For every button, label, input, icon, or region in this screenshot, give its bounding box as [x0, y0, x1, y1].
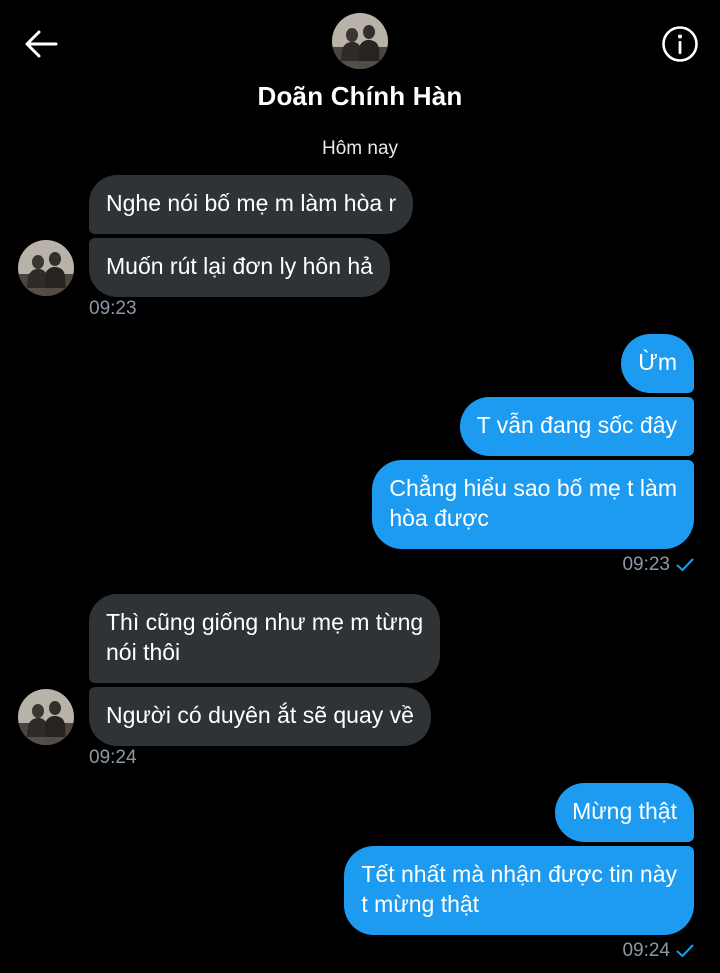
message-meta: 09:24 [622, 940, 694, 962]
contact-avatar[interactable] [332, 13, 388, 69]
info-button[interactable] [658, 22, 702, 66]
message-bubble-outgoing[interactable]: Mừng thật [555, 783, 694, 842]
message-bubble-outgoing[interactable]: T vẫn đang sốc đây [459, 397, 694, 456]
message-text: Người có duyên ắt sẽ quay về [106, 702, 414, 728]
message-bubble-outgoing[interactable]: Tết nhất mà nhận được tin này t mừng thậ… [344, 846, 694, 935]
message-bubble-outgoing[interactable]: Chẳng hiểu sao bố mẹ t làm hòa được [372, 460, 694, 549]
message-text-line: hòa được [389, 505, 489, 531]
message-text: T vẫn đang sốc đây [476, 412, 677, 438]
message-text: Ừm [638, 349, 677, 375]
message-meta: 09:23 [622, 554, 694, 576]
sent-check-icon [676, 558, 694, 571]
sent-check-icon [676, 944, 694, 957]
message-bubble-incoming[interactable]: Muốn rút lại đơn ly hôn hả [89, 238, 390, 297]
message-bubble-incoming[interactable]: Thì cũng giống như mẹ m từng nói thôi [89, 594, 441, 683]
message-text: Nghe nói bố mẹ m làm hòa r [106, 190, 397, 216]
message-text-line: t mừng thật [361, 891, 480, 917]
message-text: Mừng thật [572, 798, 677, 824]
sender-avatar[interactable] [18, 240, 74, 296]
contact-name[interactable]: Doãn Chính Hàn [0, 81, 720, 112]
message-timestamp: 09:23 [622, 554, 670, 575]
message-text-line: Tết nhất mà nhận được tin này [361, 861, 677, 887]
message-text: Muốn rút lại đơn ly hôn hả [106, 253, 373, 279]
arrow-left-icon [25, 30, 58, 58]
info-circle-icon [662, 26, 698, 62]
back-button[interactable] [18, 24, 64, 64]
message-timestamp: 09:24 [89, 747, 137, 768]
message-text-line: Chẳng hiểu sao bố mẹ t làm [389, 475, 677, 501]
message-text-line: Thì cũng giống như mẹ m từng [106, 609, 424, 635]
message-timestamp: 09:24 [622, 940, 670, 961]
message-bubble-incoming[interactable]: Người có duyên ắt sẽ quay về [89, 687, 431, 746]
message-timestamp: 09:23 [89, 298, 137, 319]
message-bubble-incoming[interactable]: Nghe nói bố mẹ m làm hòa r [89, 175, 414, 234]
sender-avatar[interactable] [18, 689, 74, 745]
day-separator: Hôm nay [321, 138, 399, 159]
message-bubble-outgoing[interactable]: Ừm [621, 334, 694, 393]
message-text-line: nói thôi [106, 639, 181, 665]
